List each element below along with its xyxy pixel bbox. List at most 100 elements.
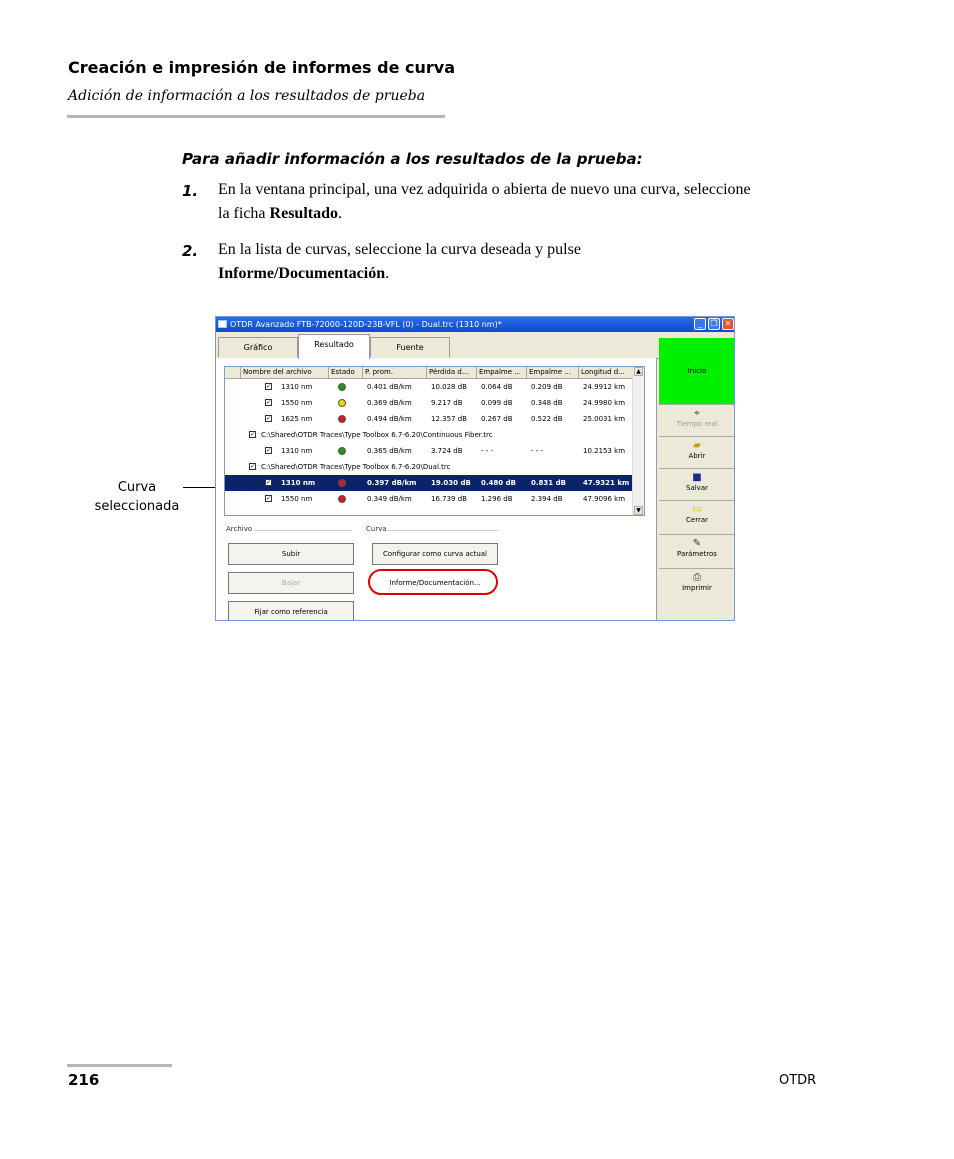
cell-length: 24.9980 km (583, 399, 626, 407)
product-name: OTDR (779, 1073, 817, 1088)
cell-avg-loss: 0.494 dB/km (367, 415, 412, 423)
procedure-title: Para añadir información a los resultados… (182, 150, 643, 168)
bajar-button[interactable]: Bajar (228, 572, 354, 594)
trace-list-scrollbar[interactable]: ▲ ▼ (632, 367, 644, 515)
trace-row[interactable]: ✓ 1310 nm 0.401 dB/km 10.028 dB 0.064 dB 0.20… (225, 379, 635, 395)
row-checkbox[interactable]: ✓ (265, 399, 272, 406)
col-filename[interactable]: Nombre del archivo (241, 367, 329, 378)
configurar-curva-button[interactable]: Configurar como curva actual (372, 543, 498, 565)
curva-section-line (388, 530, 498, 531)
abrir-button[interactable]: ▰ Abrir (659, 436, 734, 468)
open-folder-icon: ▰ (693, 440, 701, 451)
crosshair-icon: ⌖ (694, 408, 700, 419)
imprimir-label: Imprimir (682, 584, 712, 592)
row-name: C:\Shared\OTDR Traces\Type Toolbox 6.7-6… (261, 431, 493, 439)
printer-icon: ⎙ (693, 572, 701, 583)
row-checkbox[interactable]: ✓ (265, 495, 272, 502)
parametros-button[interactable]: ✎ Parámetros (659, 534, 734, 566)
tiempo-real-label: Tiempo real (676, 420, 718, 428)
cell-length: 47.9096 km (583, 495, 626, 503)
cell-length: 24.9912 km (583, 383, 626, 391)
step-1-tail: . (337, 205, 342, 222)
step-2-text: En la lista de curvas, seleccione la cur… (218, 238, 718, 286)
status-red-icon (338, 479, 346, 487)
side-toolbar: Inicio ⌖ Tiempo real ▰ Abrir ■ Salvar ▭ … (659, 338, 734, 620)
col-status[interactable]: Estado (329, 367, 363, 378)
minimize-icon[interactable]: _ (694, 318, 706, 330)
trace-list[interactable]: Nombre del archivo Estado P. prom. Pérdi… (224, 366, 645, 516)
trace-row[interactable]: ✓ 1550 nm 0.349 dB/km 16.739 dB 1.296 dB 2.39… (225, 491, 635, 507)
row-checkbox[interactable]: ✓ (265, 447, 272, 454)
cell-splice-1: 0.480 dB (481, 479, 516, 487)
section-subtitle: Adición de información a los resultados … (68, 88, 426, 104)
window-title: OTDR Avanzado FTB-72000-120D-23B-VFL (0)… (230, 320, 502, 329)
cell-length: 47.9321 km (583, 479, 630, 487)
row-checkbox[interactable]: ✓ (265, 479, 272, 486)
file-row[interactable]: ✓ C:\Shared\OTDR Traces\Type Toolbox 6.7-… (225, 459, 635, 475)
cell-splice-2: 2.394 dB (531, 495, 563, 503)
highlight-circle (368, 569, 498, 595)
row-checkbox[interactable]: ✓ (249, 463, 256, 470)
col-splice-2[interactable]: Empalme ... (527, 367, 579, 378)
parametros-label: Parámetros (677, 550, 717, 558)
cell-length: 25.0031 km (583, 415, 626, 423)
tab-bar: Gráfico Resultado Fuente (216, 334, 659, 359)
row-name: 1550 nm (281, 399, 313, 407)
cell-total-loss: 19.030 dB (431, 479, 471, 487)
row-name: 1550 nm (281, 495, 313, 503)
tab-grafico[interactable]: Gráfico (218, 337, 298, 357)
cerrar-button[interactable]: ▭ Cerrar (659, 500, 734, 532)
cell-avg-loss: 0.401 dB/km (367, 383, 412, 391)
row-checkbox[interactable]: ✓ (249, 431, 256, 438)
tab-resultado[interactable]: Resultado (298, 334, 370, 359)
trace-row[interactable]: ✓ 1625 nm 0.494 dB/km 12.357 dB 0.267 dB 0.52… (225, 411, 635, 427)
window-titlebar: OTDR Avanzado FTB-72000-120D-23B-VFL (0)… (216, 317, 734, 332)
cell-splice-1: 0.267 dB (481, 415, 513, 423)
section-title: Creación e impresión de informes de curv… (68, 58, 456, 77)
cell-total-loss: 12.357 dB (431, 415, 467, 423)
step-1-text: En la ventana principal, una vez adquiri… (218, 178, 758, 226)
scroll-down-icon[interactable]: ▼ (634, 506, 643, 515)
inicio-button[interactable]: Inicio (659, 338, 734, 404)
col-avg-loss[interactable]: P. prom. (363, 367, 427, 378)
col-length[interactable]: Longitud d... (579, 367, 635, 378)
status-green-icon (338, 447, 346, 455)
footer-rule (67, 1064, 172, 1067)
trace-row[interactable]: ✓ 1550 nm 0.369 dB/km 9.217 dB 0.099 dB 0.348… (225, 395, 635, 411)
row-name: C:\Shared\OTDR Traces\Type Toolbox 6.7-6… (261, 463, 451, 471)
row-checkbox[interactable]: ✓ (265, 383, 272, 390)
trace-row[interactable]: ✓ 1310 nm 0.365 dB/km 3.724 dB - - - - - - 10.… (225, 443, 635, 459)
row-name: 1310 nm (281, 479, 316, 487)
restore-icon[interactable]: ❐ (708, 318, 720, 330)
row-checkbox[interactable]: ✓ (265, 415, 272, 422)
col-select (225, 367, 241, 378)
row-name: 1625 nm (281, 415, 313, 423)
status-red-icon (338, 415, 346, 423)
step-2-number: 2. (182, 242, 199, 260)
cell-length: 10.2153 km (583, 447, 626, 455)
status-red-icon (338, 495, 346, 503)
cell-avg-loss: 0.365 dB/km (367, 447, 412, 455)
status-yellow-icon (338, 399, 346, 407)
imprimir-button[interactable]: ⎙ Imprimir (659, 568, 734, 600)
step-2-tail: . (385, 265, 390, 282)
trace-row[interactable]: ✓ 1310 nm 0.397 dB/km 19.030 dB 0.480 dB 0.83… (225, 475, 635, 491)
archivo-section-label: Archivo (226, 525, 253, 533)
tiempo-real-button[interactable]: ⌖ Tiempo real (659, 404, 734, 436)
col-splice-1[interactable]: Empalme ... (477, 367, 527, 378)
salvar-button[interactable]: ■ Salvar (659, 468, 734, 500)
step-2-bold: Informe/Documentación (218, 265, 386, 282)
file-row[interactable]: ✓ C:\Shared\OTDR Traces\Type Toolbox 6.7-… (225, 427, 635, 443)
fijar-referencia-button[interactable]: Fijar como referencia (228, 601, 354, 620)
close-icon[interactable]: ✕ (722, 318, 734, 330)
scroll-up-icon[interactable]: ▲ (634, 367, 643, 376)
tab-fuente[interactable]: Fuente (370, 337, 450, 357)
cell-total-loss: 3.724 dB (431, 447, 463, 455)
col-total-loss[interactable]: Pérdida d... (427, 367, 477, 378)
subir-button[interactable]: Subir (228, 543, 354, 565)
cell-splice-2: 0.348 dB (531, 399, 563, 407)
cell-splice-1: 0.099 dB (481, 399, 513, 407)
row-name: 1310 nm (281, 383, 313, 391)
settings-pencil-icon: ✎ (692, 538, 702, 549)
abrir-label: Abrir (688, 452, 706, 460)
